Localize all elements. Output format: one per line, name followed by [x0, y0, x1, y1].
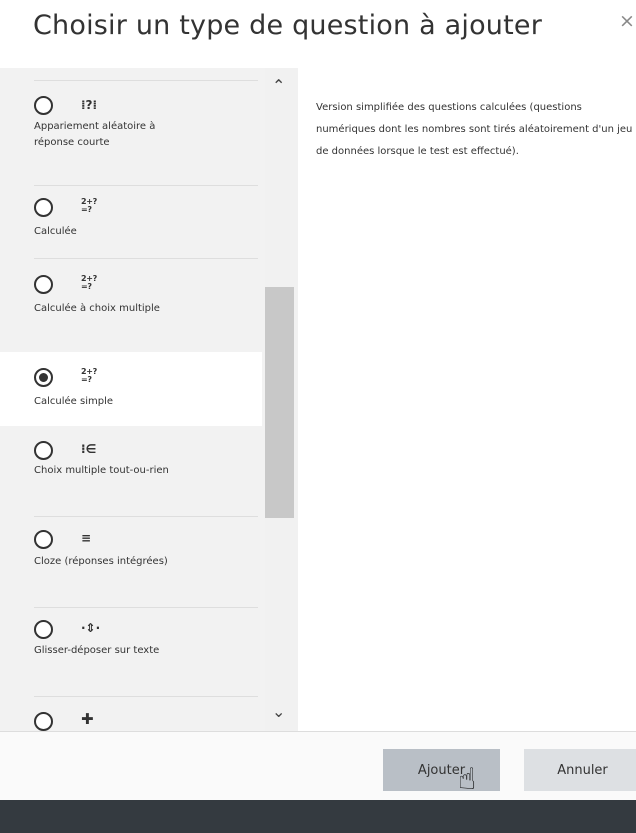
drag-drop-text-icon: ·⇕· [81, 621, 101, 635]
option-label: Glisser-déposer sur texte [34, 645, 160, 656]
options-scrollbar[interactable]: ⌃ ⌄ [265, 68, 298, 731]
scroll-down-arrow-icon[interactable]: ⌄ [272, 702, 285, 721]
calculated-icon: 2+? =? [81, 197, 98, 214]
radio-button[interactable] [34, 198, 53, 217]
option-drag-drop-text[interactable]: ·⇕· Glisser-déposer sur texte [0, 608, 262, 696]
option-multichoice-set[interactable]: ⁝∈ Choix multiple tout-ou-rien [0, 426, 262, 516]
option-calculated-simple[interactable]: 2+? =? Calculée simple [0, 352, 262, 426]
add-button[interactable]: Ajouter [383, 749, 500, 791]
option-calculated[interactable]: 2+? =? Calculée [0, 186, 262, 258]
option-label: Calculée [34, 226, 77, 237]
page-background-bar [0, 800, 636, 833]
radio-button[interactable] [34, 530, 53, 549]
cloze-icon: ≡ [81, 531, 92, 545]
question-type-list: ⁞?⁞ Appariement aléatoire à réponse cour… [0, 68, 265, 731]
radio-button-selected[interactable] [34, 368, 53, 387]
random-match-icon: ⁞?⁞ [81, 98, 98, 112]
option-label: Calculée à choix multiple [34, 303, 160, 314]
dialog-title: Choisir un type de question à ajouter [33, 10, 543, 41]
scrollbar-thumb[interactable] [265, 287, 294, 518]
option-drag-drop-image[interactable]: ✚ [0, 697, 262, 731]
scroll-up-arrow-icon[interactable]: ⌃ [272, 76, 285, 95]
option-label: Cloze (réponses intégrées) [34, 556, 168, 567]
question-type-description: Version simplifiée des questions calculé… [316, 102, 633, 157]
description-pane: Version simplifiée des questions calculé… [298, 68, 636, 731]
drag-drop-image-icon: ✚ [81, 710, 94, 728]
radio-button[interactable] [34, 441, 53, 460]
calculated-multi-icon: 2+? =? [81, 274, 98, 291]
option-label: Calculée simple [34, 396, 113, 407]
radio-button[interactable] [34, 275, 53, 294]
calculated-simple-icon: 2+? =? [81, 367, 98, 384]
option-cloze[interactable]: ≡ Cloze (réponses intégrées) [0, 517, 262, 607]
cancel-button[interactable]: Annuler [524, 749, 636, 791]
option-random-match[interactable]: ⁞?⁞ Appariement aléatoire à réponse cour… [0, 84, 262, 186]
option-calculated-multi[interactable]: 2+? =? Calculée à choix multiple [0, 259, 262, 351]
radio-button[interactable] [34, 96, 53, 115]
multichoice-set-icon: ⁝∈ [81, 442, 97, 456]
divider [34, 80, 258, 81]
option-label: Choix multiple tout-ou-rien [34, 465, 169, 476]
radio-button[interactable] [34, 620, 53, 639]
option-label: Appariement aléatoire à réponse courte [34, 121, 156, 148]
dialog-header: Choisir un type de question à ajouter × [0, 0, 636, 68]
dialog-footer: Ajouter Annuler [0, 731, 636, 800]
close-icon[interactable]: × [619, 10, 635, 32]
radio-button[interactable] [34, 712, 53, 731]
